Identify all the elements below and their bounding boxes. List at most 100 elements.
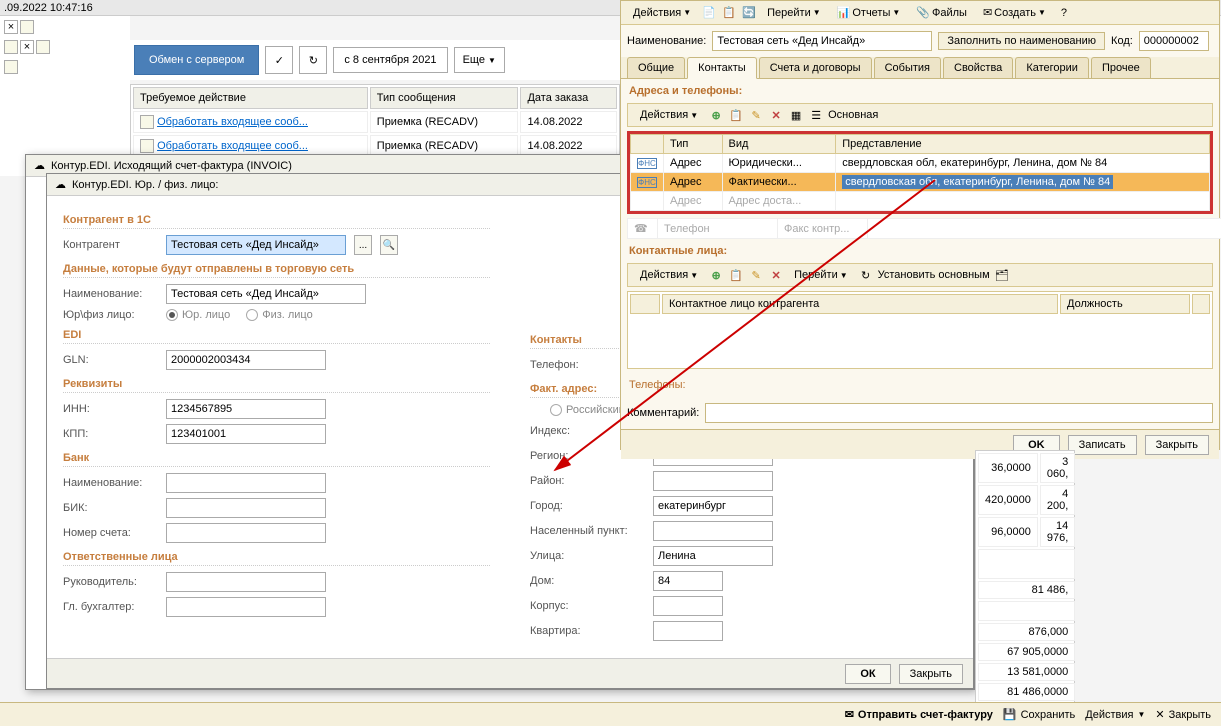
add-icon[interactable]: ⊕ xyxy=(708,267,724,283)
gln-input[interactable] xyxy=(166,350,326,370)
col-position[interactable]: Должность xyxy=(1060,294,1190,314)
edit-icon[interactable]: ✎ xyxy=(748,107,764,123)
delete-icon[interactable]: ✕ xyxy=(768,107,784,123)
tab-general[interactable]: Общие xyxy=(627,57,685,78)
grid-icon[interactable]: ▦ xyxy=(788,107,804,123)
table-row[interactable]: ☎ Телефон Факс контр... xyxy=(628,219,1221,239)
table-row[interactable]: ФНС Адрес Фактически... свердловская обл… xyxy=(631,173,1210,192)
doc-icon[interactable] xyxy=(36,40,50,54)
city-input[interactable] xyxy=(653,496,773,516)
goto-menu[interactable]: Перейти▼ xyxy=(788,267,854,283)
actions-menu[interactable]: Действия▼ xyxy=(634,107,704,123)
kpp-input[interactable] xyxy=(166,424,326,444)
action-link[interactable]: Обработать входящее сооб... xyxy=(157,140,308,152)
copy-icon[interactable]: 📋 xyxy=(721,5,737,21)
setmain-button[interactable]: Установить основным xyxy=(878,269,990,281)
building-input[interactable] xyxy=(653,596,723,616)
delete-icon[interactable]: ✕ xyxy=(768,267,784,283)
main-label[interactable]: Основная xyxy=(828,109,878,121)
col-type[interactable]: Тип сообщения xyxy=(370,87,519,109)
card-icon[interactable]: 🗂 xyxy=(994,267,1010,283)
close-icon[interactable]: × xyxy=(4,20,18,34)
copy-icon[interactable]: 📋 xyxy=(728,267,744,283)
date-from-button[interactable]: с 8 сентября 2021 xyxy=(333,47,447,73)
copy-icon[interactable]: 📋 xyxy=(728,107,744,123)
radio-physical[interactable]: Физ. лицо xyxy=(246,309,313,321)
check-button[interactable]: ✓ xyxy=(265,46,293,74)
save-button[interactable]: Записать xyxy=(1068,435,1137,455)
save-button[interactable]: 💾 Сохранить xyxy=(1003,708,1075,721)
col-action[interactable]: Требуемое действие xyxy=(133,87,368,109)
actions-menu[interactable]: Действия ▼ xyxy=(1085,709,1145,721)
col-kind[interactable]: Вид xyxy=(722,135,836,154)
label-comment: Комментарий: xyxy=(627,407,699,419)
contractor-card-panel: Действия▼ 📄 📋 🔄 Перейти▼ 📊Отчеты▼ 📎Файлы… xyxy=(620,0,1220,450)
tab-other[interactable]: Прочее xyxy=(1091,57,1151,78)
refresh-icon[interactable]: 🔄 xyxy=(741,5,757,21)
col-type[interactable]: Тип xyxy=(664,135,723,154)
add-icon[interactable]: ⊕ xyxy=(708,107,724,123)
tab-props[interactable]: Свойства xyxy=(943,57,1013,78)
lookup-button[interactable]: ... xyxy=(354,235,372,255)
tab-contacts[interactable]: Контакты xyxy=(687,57,757,79)
bank-name-input[interactable] xyxy=(166,473,326,493)
accountant-input[interactable] xyxy=(166,597,326,617)
contractor-input[interactable] xyxy=(166,235,346,255)
doc-icon[interactable] xyxy=(20,20,34,34)
flat-input[interactable] xyxy=(653,621,723,641)
doc-icon xyxy=(140,115,154,129)
tab-categories[interactable]: Категории xyxy=(1015,57,1089,78)
label-kpp: КПП: xyxy=(63,428,158,440)
create-menu[interactable]: ✉Создать▼ xyxy=(977,4,1052,21)
town-input[interactable] xyxy=(653,521,773,541)
comment-input[interactable] xyxy=(705,403,1213,423)
name-input[interactable] xyxy=(712,31,932,51)
table-row[interactable]: ФНС Адрес Юридически... свердловская обл… xyxy=(631,154,1210,173)
action-link[interactable]: Обработать входящее сооб... xyxy=(157,116,308,128)
actions-menu[interactable]: Действия▼ xyxy=(627,5,697,21)
grid-icon[interactable] xyxy=(4,40,18,54)
col-person[interactable]: Контактное лицо контрагента xyxy=(662,294,1058,314)
doc-icon[interactable] xyxy=(4,60,18,74)
refresh-icon[interactable]: ↻ xyxy=(858,267,874,283)
code-input[interactable] xyxy=(1139,31,1209,51)
ok-button[interactable]: ОК xyxy=(845,664,890,684)
label-house: Дом: xyxy=(530,575,645,587)
tab-accounts[interactable]: Счета и договоры xyxy=(759,57,872,78)
edit-icon[interactable]: ✎ xyxy=(748,267,764,283)
help-icon[interactable]: ? xyxy=(1056,5,1072,21)
close-button[interactable]: Закрыть xyxy=(899,664,963,684)
table-row[interactable]: Обработать входящее сооб... Приемка (REC… xyxy=(133,111,617,133)
account-input[interactable] xyxy=(166,523,326,543)
reports-menu[interactable]: 📊Отчеты▼ xyxy=(831,4,907,21)
inn-input[interactable] xyxy=(166,399,326,419)
sync-button[interactable]: Обмен с сервером xyxy=(134,45,259,75)
tab-events[interactable]: События xyxy=(874,57,941,78)
search-button[interactable]: 🔍 xyxy=(380,235,398,255)
radio-legal[interactable]: Юр. лицо xyxy=(166,309,230,321)
send-invoice-button[interactable]: ✉ Отправить счет-фактуру xyxy=(845,708,993,721)
table-row[interactable]: Адрес Адрес доста... xyxy=(631,192,1210,211)
district-input[interactable] xyxy=(653,471,773,491)
files-button[interactable]: 📎Файлы xyxy=(910,4,973,21)
close-button[interactable]: Закрыть xyxy=(1145,435,1209,455)
radio-russian[interactable]: Российский xyxy=(550,404,625,416)
new-icon[interactable]: 📄 xyxy=(701,5,717,21)
col-date[interactable]: Дата заказа xyxy=(520,87,617,109)
col-repr[interactable]: Представление xyxy=(836,135,1210,154)
actions-menu[interactable]: Действия▼ xyxy=(634,267,704,283)
label-account: Номер счета: xyxy=(63,527,158,539)
goto-menu[interactable]: Перейти▼ xyxy=(761,5,827,21)
timestamp: .09.2022 10:47:16 xyxy=(4,2,93,14)
close-button[interactable]: ✕ Закрыть xyxy=(1155,708,1211,721)
head-input[interactable] xyxy=(166,572,326,592)
close-icon[interactable]: × xyxy=(20,40,34,54)
bik-input[interactable] xyxy=(166,498,326,518)
list-icon[interactable]: ☰ xyxy=(808,107,824,123)
house-input[interactable] xyxy=(653,571,723,591)
name-input[interactable] xyxy=(166,284,366,304)
street-input[interactable] xyxy=(653,546,773,566)
refresh-button[interactable]: ↻ xyxy=(299,46,327,74)
fill-by-name-button[interactable]: Заполнить по наименованию xyxy=(938,32,1105,50)
more-button[interactable]: Еще ▼ xyxy=(454,47,505,73)
